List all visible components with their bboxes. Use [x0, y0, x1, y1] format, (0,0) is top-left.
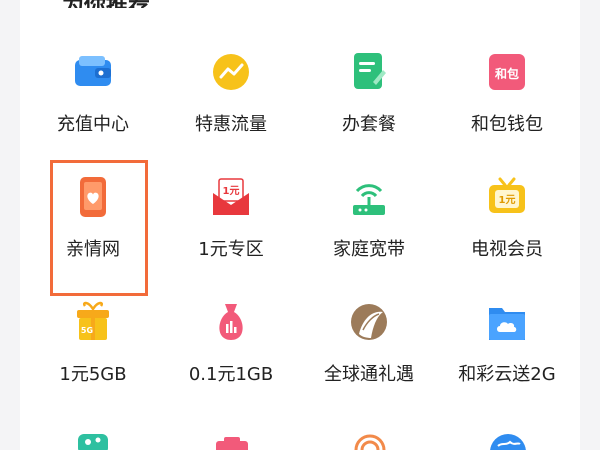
red-envelope-icon: 1元 — [211, 175, 251, 219]
partial-green-icon[interactable] — [74, 432, 114, 450]
service-one-yuan-zone[interactable]: 1元 1元专区 — [162, 165, 300, 285]
service-label: 1元5GB — [59, 364, 127, 385]
service-traffic[interactable]: 特惠流量 — [162, 40, 300, 160]
tv-icon: 1元 — [487, 175, 527, 219]
traffic-graph-icon — [211, 50, 251, 94]
service-label: 电视会员 — [471, 239, 543, 260]
highlight-box — [50, 160, 148, 296]
service-label: 办套餐 — [342, 114, 396, 135]
icon-text: 1元 — [499, 194, 516, 206]
icon-text: 5G — [81, 326, 93, 335]
service-global-perks[interactable]: 全球通礼遇 — [300, 290, 438, 410]
service-0-1yuan-1gb[interactable]: 0.1元1GB — [162, 290, 300, 410]
service-home-broadband[interactable]: 家庭宽带 — [300, 165, 438, 285]
service-1yuan-5gb[interactable]: 5G 1元5GB — [24, 290, 162, 410]
service-label: 1元专区 — [198, 239, 264, 260]
service-label: 全球通礼遇 — [324, 364, 414, 385]
service-tv-member[interactable]: 1元 电视会员 — [438, 165, 576, 285]
icon-text: 1元 — [223, 185, 240, 197]
section-title: 为你推荐 — [62, 0, 150, 8]
document-edit-icon — [349, 50, 389, 94]
service-label: 特惠流量 — [195, 114, 267, 135]
service-plan[interactable]: 办套餐 — [300, 40, 438, 160]
service-label: 和包钱包 — [471, 114, 543, 135]
service-label: 充值中心 — [57, 114, 129, 135]
service-hebao[interactable]: 和包 和包钱包 — [438, 40, 576, 160]
gift-box-icon: 5G — [73, 300, 113, 344]
wallet-icon — [73, 50, 113, 94]
partial-orange-icon[interactable] — [350, 434, 390, 450]
partial-blue-icon[interactable] — [488, 432, 528, 450]
service-label: 0.1元1GB — [188, 364, 274, 385]
service-label: 家庭宽带 — [333, 239, 405, 260]
service-recharge[interactable]: 充值中心 — [24, 40, 162, 160]
partial-pink-icon[interactable] — [212, 436, 252, 450]
money-bag-icon — [211, 300, 251, 344]
service-caiyun-2g[interactable]: 和彩云送2G — [438, 290, 576, 410]
hebao-logo-icon: 和包 — [487, 50, 527, 94]
cloud-folder-icon — [487, 300, 527, 344]
wifi-router-icon — [349, 175, 389, 219]
icon-text: 和包 — [494, 66, 519, 81]
service-label: 和彩云送2G — [458, 364, 556, 385]
globe-leaf-icon — [349, 300, 389, 344]
